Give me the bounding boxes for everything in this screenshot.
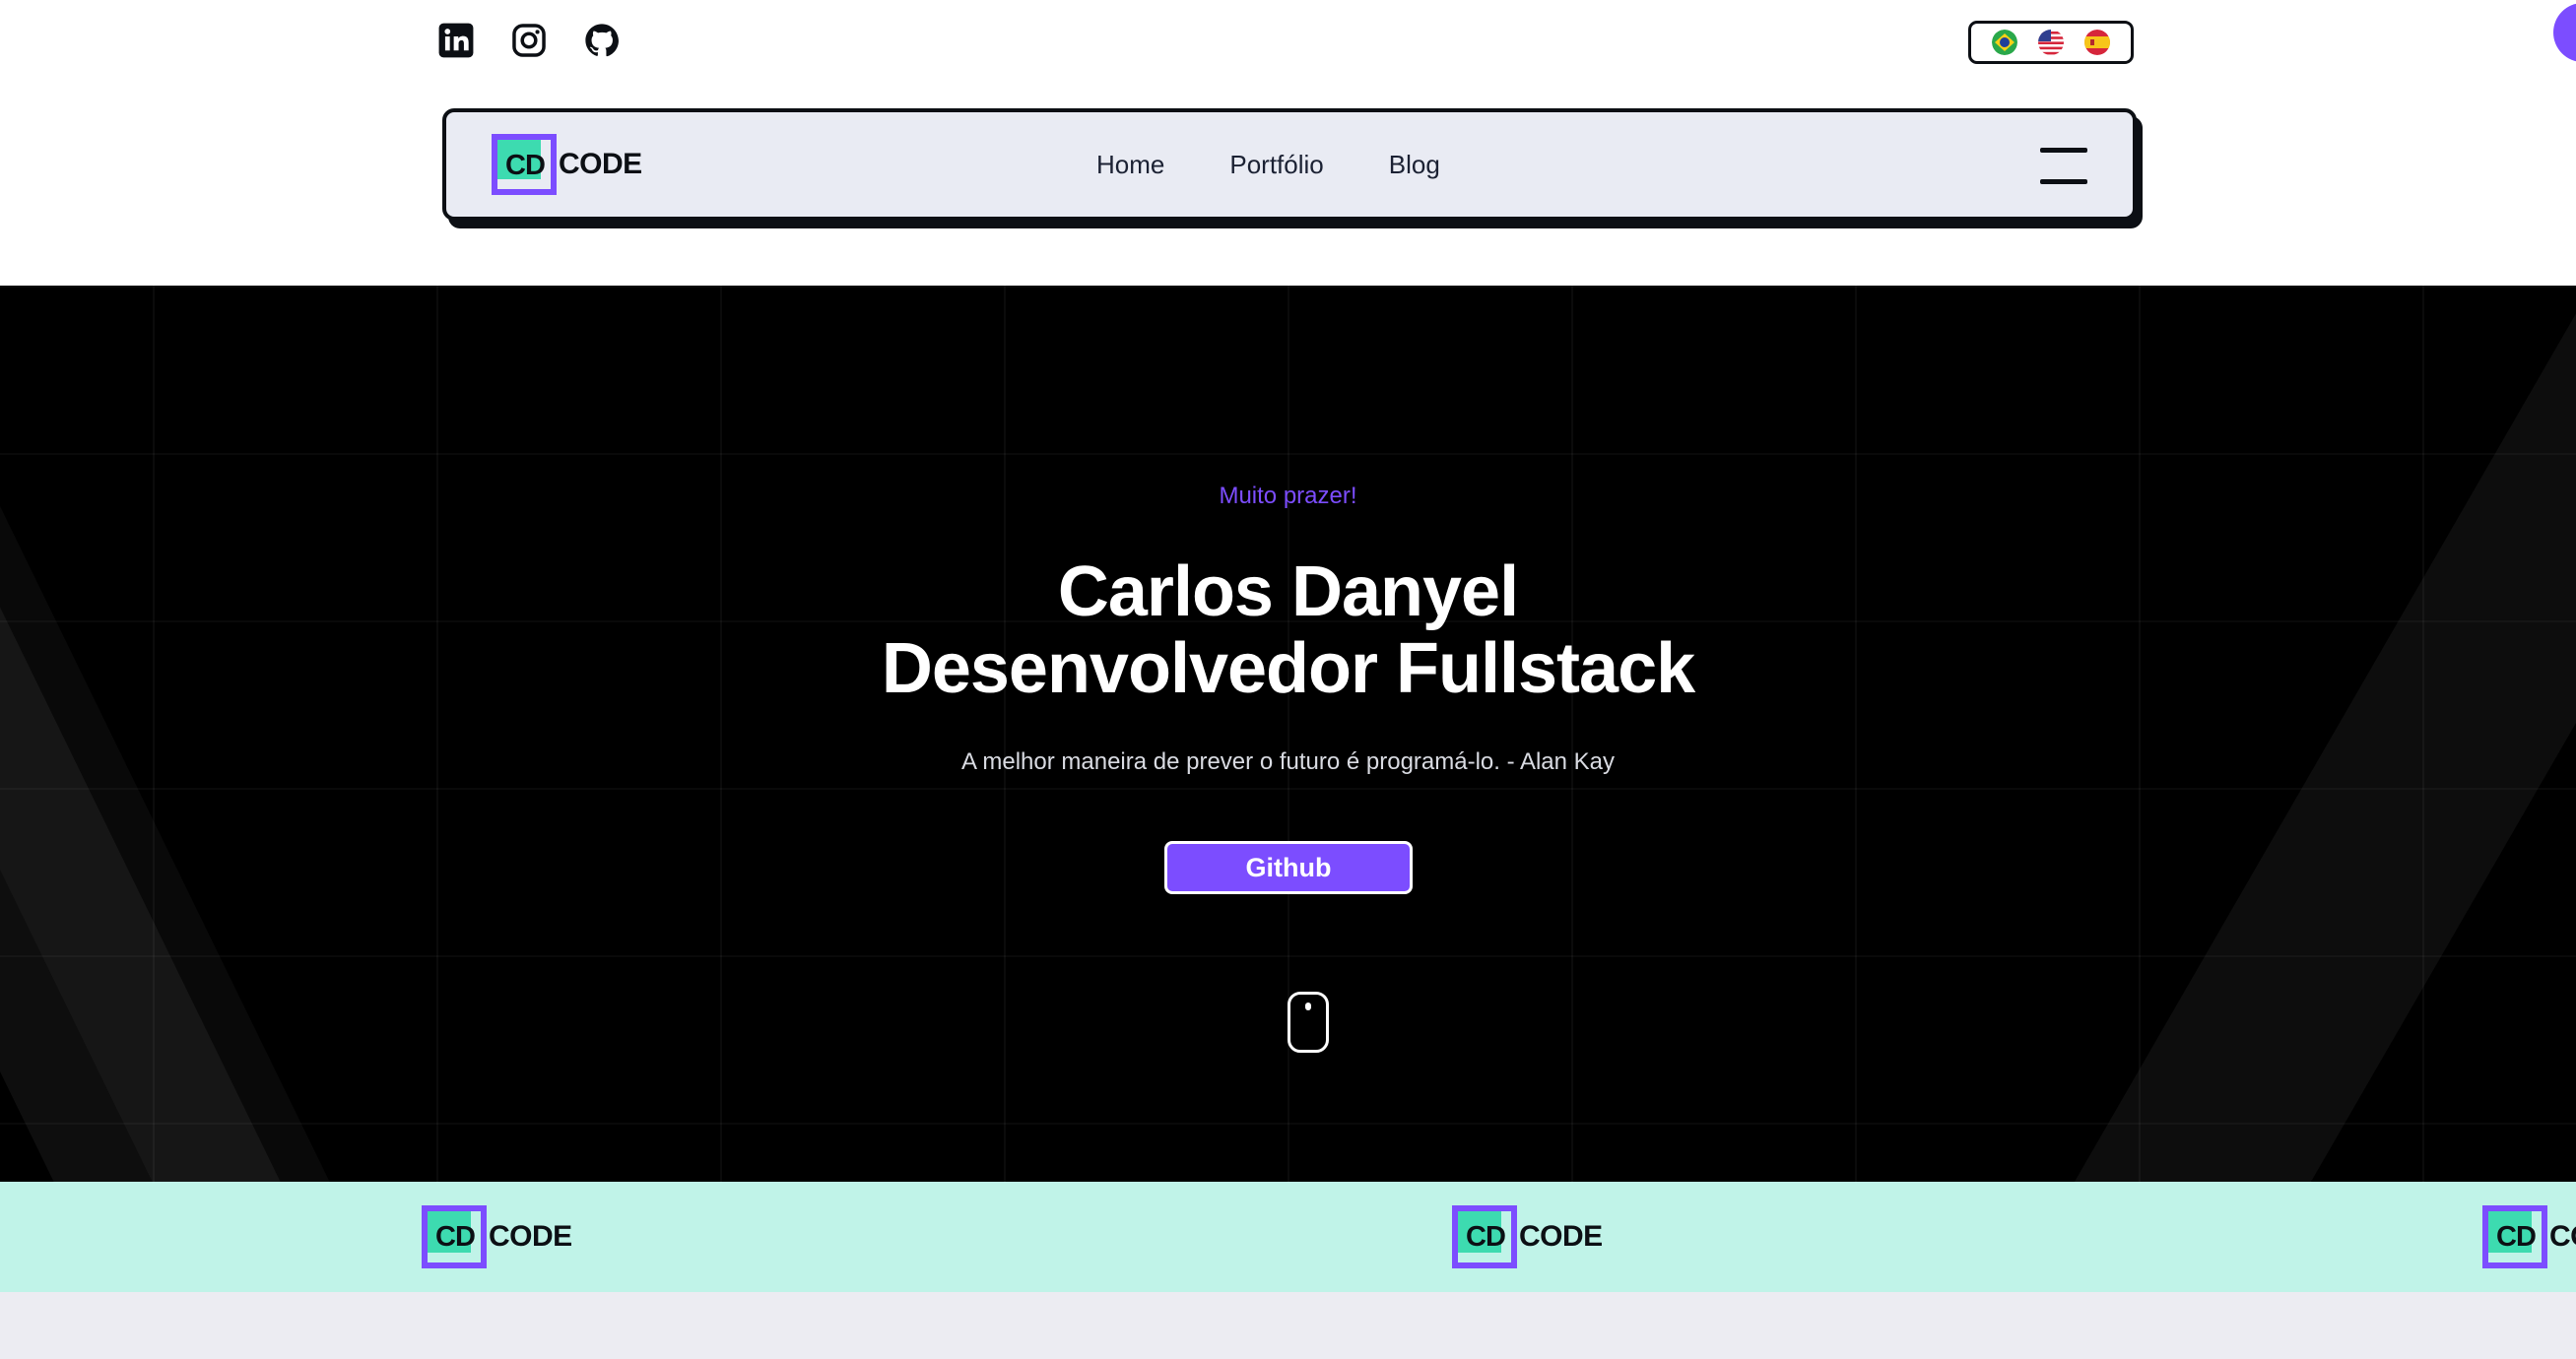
top-bar xyxy=(0,0,2576,110)
logo-word: CODE xyxy=(489,1220,572,1253)
nav-links: Home Portfólio Blog xyxy=(1096,150,1440,180)
spain-flag-icon[interactable] xyxy=(2084,30,2111,55)
logo-mark-text: CD xyxy=(1466,1221,1506,1253)
linkedin-link[interactable] xyxy=(437,22,475,59)
logo-mark-text: CD xyxy=(505,150,546,181)
github-link[interactable] xyxy=(583,22,621,59)
logo-mark: CD xyxy=(2482,1205,2547,1268)
linkedin-icon xyxy=(438,23,474,58)
hero-quote: A melhor maneira de prever o futuro é pr… xyxy=(961,748,1615,775)
instagram-icon xyxy=(512,24,546,57)
logo-mark: CD xyxy=(422,1205,487,1268)
logo-word: CODE xyxy=(559,148,642,180)
social-links xyxy=(437,22,621,59)
marquee-logo: CD CODE xyxy=(1452,1205,1603,1268)
main-navbar: CD CODE Home Portfólio Blog xyxy=(442,108,2137,221)
logo-mark-text: CD xyxy=(435,1221,476,1253)
hero-title: Carlos Danyel Desenvolvedor Fullstack xyxy=(0,553,2576,707)
logo-mark: CD xyxy=(492,134,557,195)
logo-word: CODE xyxy=(2549,1220,2576,1253)
brazil-flag-icon[interactable] xyxy=(1991,30,2017,55)
next-section-edge xyxy=(0,1292,2576,1359)
hero-title-role: Desenvolvedor Fullstack xyxy=(881,629,1695,708)
logo-mark: CD xyxy=(1452,1205,1517,1268)
theme-toggle-button[interactable] xyxy=(2553,3,2576,62)
language-selector xyxy=(1968,21,2134,64)
instagram-link[interactable] xyxy=(510,22,548,59)
logo-marquee: CD CODE CD CODE CD CODE xyxy=(0,1182,2576,1292)
mouse-scroll-icon[interactable] xyxy=(1288,992,1329,1053)
brand-logo[interactable]: CD CODE xyxy=(492,134,642,195)
hero-section: Muito prazer! Carlos Danyel Desenvolvedo… xyxy=(0,286,2576,1182)
hero-title-name: Carlos Danyel xyxy=(1057,552,1519,631)
github-icon xyxy=(585,24,619,57)
logo-mark-text: CD xyxy=(2496,1221,2537,1253)
github-button[interactable]: Github xyxy=(1164,841,1413,894)
nav-link-blog[interactable]: Blog xyxy=(1389,150,1440,180)
hero-kicker: Muito prazer! xyxy=(1219,483,1357,509)
marquee-logo: CD CODE xyxy=(422,1205,572,1268)
usa-flag-icon[interactable] xyxy=(2037,30,2064,55)
hamburger-menu-icon[interactable] xyxy=(2040,148,2087,187)
nav-link-home[interactable]: Home xyxy=(1096,150,1164,180)
logo-word: CODE xyxy=(1519,1220,1603,1253)
nav-link-portfolio[interactable]: Portfólio xyxy=(1229,150,1323,180)
marquee-logo: CD CODE xyxy=(2482,1205,2576,1268)
